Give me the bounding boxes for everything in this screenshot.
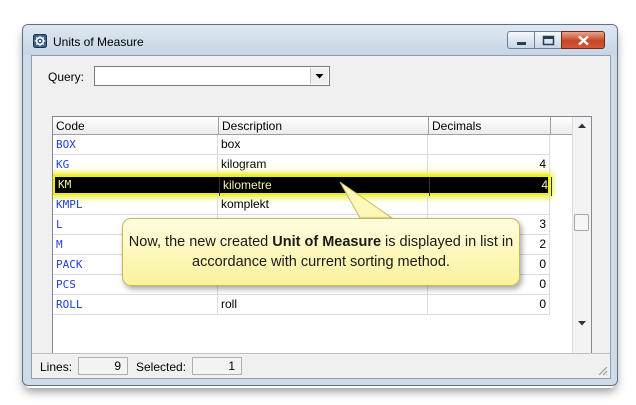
query-select[interactable] — [94, 66, 330, 86]
scroll-down-arrow-icon[interactable] — [576, 318, 588, 328]
description-cell: box — [218, 135, 428, 154]
minimize-button[interactable] — [507, 31, 535, 49]
lines-label: Lines: — [40, 360, 73, 374]
table-row-selected[interactable]: KM kilometre 4 — [53, 175, 552, 196]
resize-grip-icon[interactable] — [596, 364, 608, 376]
decimals-cell — [428, 135, 550, 154]
table-row[interactable]: KG kilogram 4 — [53, 155, 550, 175]
column-header-description[interactable]: Description — [219, 117, 429, 135]
callout-text-bold: Unit of Measure — [272, 234, 382, 250]
tooltip-callout: Now, the new created Unit of Measure is … — [122, 218, 520, 286]
units-of-measure-window: Units of Measure Query: Code Description… — [22, 24, 618, 386]
title-bar[interactable]: Units of Measure — [23, 25, 617, 55]
lines-count: 9 — [78, 357, 128, 375]
table-row[interactable]: ROLL roll 0 — [53, 295, 550, 315]
decimals-cell: 4 — [428, 155, 550, 174]
maximize-button[interactable] — [534, 31, 562, 49]
scrollbar-thumb[interactable] — [574, 214, 589, 231]
column-header-filler — [551, 117, 573, 135]
decimals-cell — [428, 195, 550, 214]
code-cell: ROLL — [53, 295, 218, 314]
code-cell: KMPL — [53, 195, 218, 214]
callout-pointer — [339, 181, 394, 219]
query-label: Query: — [48, 70, 85, 84]
settings-gear-icon — [33, 34, 47, 48]
query-dropdown-button[interactable] — [310, 68, 328, 84]
table-row[interactable]: KMPL komplekt — [53, 195, 550, 215]
window-title: Units of Measure — [53, 35, 144, 49]
code-cell: BOX — [53, 135, 218, 154]
selected-label: Selected: — [136, 360, 187, 374]
selected-count: 1 — [192, 357, 242, 375]
vertical-scrollbar[interactable] — [572, 117, 591, 363]
maximize-icon — [542, 35, 555, 46]
description-cell: roll — [218, 295, 428, 314]
column-header-code[interactable]: Code — [53, 117, 219, 135]
column-header-decimals[interactable]: Decimals — [429, 117, 551, 135]
table-row[interactable]: BOX box — [53, 135, 550, 155]
close-button[interactable] — [561, 31, 605, 49]
code-cell: KM — [55, 177, 220, 196]
code-cell: KG — [53, 155, 218, 174]
close-icon — [578, 35, 589, 46]
callout-text: Now, the new created Unit of Measure is … — [123, 232, 519, 272]
decimals-cell: 4 — [430, 177, 552, 196]
window-client-area: Query: Code Description Decimals BOX box K… — [31, 55, 611, 379]
decimals-cell: 0 — [428, 295, 550, 314]
scroll-up-arrow-icon[interactable] — [576, 121, 588, 131]
status-bar: Lines: 9 Selected: 1 — [32, 353, 610, 378]
description-cell: kilogram — [218, 155, 428, 174]
minimize-icon — [517, 42, 526, 45]
callout-text-start: Now, the new created — [128, 234, 273, 250]
chevron-down-icon — [315, 74, 324, 79]
